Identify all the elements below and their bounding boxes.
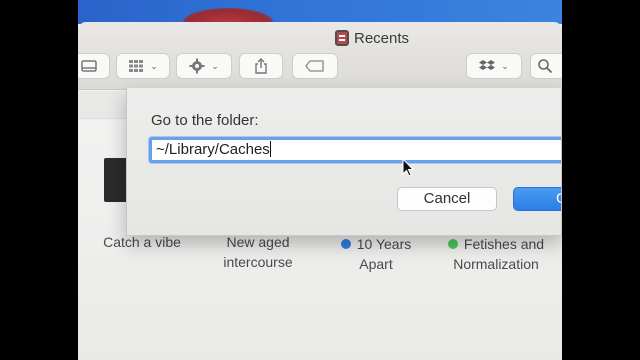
dialog-label: Go to the folder:: [151, 112, 259, 129]
chevron-down-icon: ⌄: [211, 60, 219, 71]
gallery-icon: [129, 60, 144, 72]
view-toggle-button[interactable]: [78, 53, 110, 79]
left-pillarbox: [0, 0, 78, 360]
item-label-line2: Apart: [359, 256, 393, 272]
dropbox-button[interactable]: ⌄: [466, 53, 522, 79]
file-thumbnail[interactable]: [104, 158, 128, 202]
folder-title-icon: [335, 30, 349, 46]
list-item[interactable]: Fetishes and Normalization: [434, 234, 558, 274]
item-label-line1: 10 Years: [356, 236, 412, 252]
action-menu-button[interactable]: ⌄: [176, 53, 232, 79]
folder-path-value: ~/Library/Caches: [156, 141, 270, 158]
window-title-text: Recents: [354, 29, 410, 47]
search-icon: [538, 59, 553, 74]
desktop-background: [78, 0, 562, 24]
item-label-line2: Normalization: [453, 256, 539, 272]
tag-color-dot: [447, 239, 458, 249]
tags-button[interactable]: [292, 53, 338, 79]
window-title: Recents: [335, 28, 409, 48]
list-item[interactable]: New aged intercourse: [210, 232, 306, 272]
dropbox-icon: [479, 60, 496, 70]
view-options-button[interactable]: ⌄: [116, 53, 170, 79]
tag-color-dot: [340, 239, 351, 249]
item-label-line2: intercourse: [223, 254, 293, 270]
view-icon: [81, 60, 97, 72]
go-button[interactable]: G: [513, 187, 561, 211]
list-item[interactable]: 10 Years Apart: [328, 234, 424, 274]
go-to-folder-dialog: Go to the folder: ~/Library/Caches Cance…: [126, 88, 562, 236]
chevron-down-icon: ⌄: [501, 60, 509, 71]
folder-path-input[interactable]: ~/Library/Caches: [149, 137, 561, 163]
search-button[interactable]: [530, 53, 562, 79]
right-pillarbox: [562, 0, 640, 360]
text-caret: [269, 141, 271, 157]
share-icon: [255, 58, 267, 74]
share-button[interactable]: [239, 53, 283, 79]
pointer-cursor-icon: [402, 157, 415, 177]
gear-icon: [189, 58, 205, 74]
chevron-down-icon: ⌄: [150, 60, 158, 71]
tag-icon: [305, 60, 324, 72]
item-label-line1: Fetishes and: [463, 236, 545, 252]
cancel-button[interactable]: Cancel: [397, 187, 497, 211]
